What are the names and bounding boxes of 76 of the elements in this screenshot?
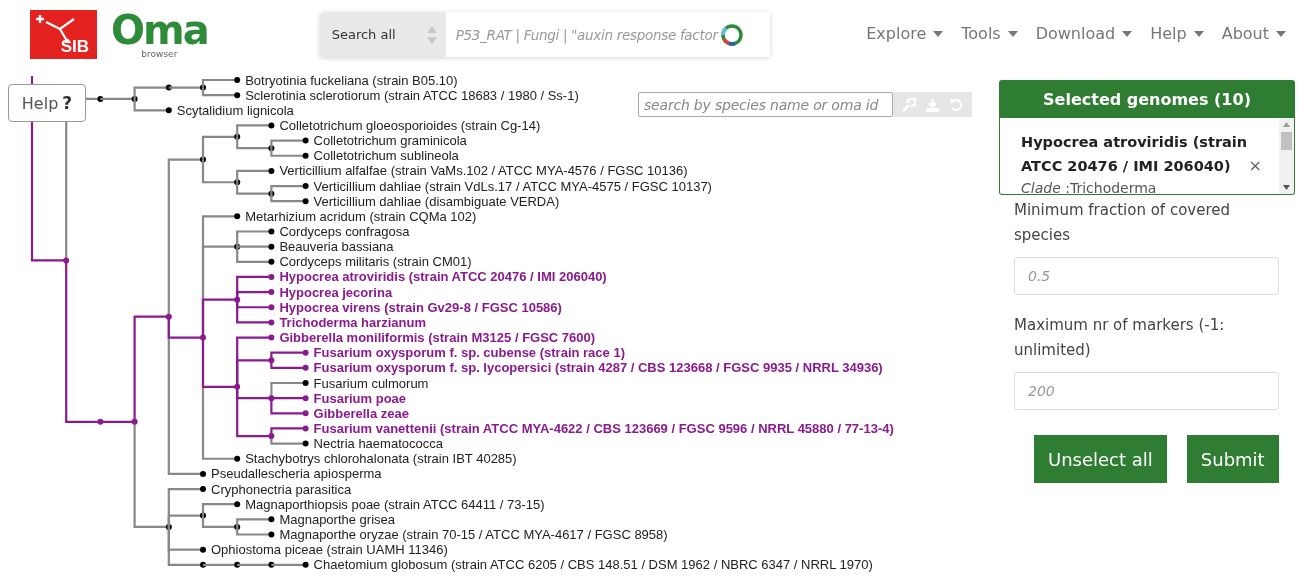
species-name[interactable]: Magnaporthe grisea (279, 511, 396, 527)
species-name[interactable]: Hypocrea atroviridis (strain ATCC 20476 / IMI 206040) (279, 269, 607, 285)
search-scope-label: Search all (331, 27, 396, 42)
loading-ring-icon (719, 22, 744, 47)
genome-name: Hypocrea atroviridis (strain ATCC 20476 / IMI 206040) (1021, 134, 1248, 174)
scrollbar-thumb[interactable] (1281, 132, 1292, 150)
wrench-icon[interactable] (902, 97, 916, 112)
logo-text: Oma (111, 8, 208, 52)
species-name[interactable]: Ophiostoma piceae (strain UAMH 11346) (211, 542, 448, 558)
species-name[interactable]: Stachybotrys chlorohalonata (strain IBT 40285) (245, 451, 517, 467)
nav-menu-link[interactable]: Tools (961, 24, 1018, 43)
species-name[interactable]: Trichoderma harzianum (279, 314, 427, 330)
scroll-up-icon[interactable] (1283, 122, 1290, 127)
caret-icon (933, 30, 944, 37)
logo-subtitle: browser (141, 50, 178, 59)
download-icon[interactable] (926, 97, 939, 112)
species-name[interactable]: Sclerotinia sclerotiorum (strain ATCC 18683 / 1980 / Ss-1) (245, 87, 579, 103)
scroll-down-icon[interactable] (1283, 185, 1290, 190)
species-name[interactable]: Fusarium oxysporum f. sp. cubense (strain race 1) (313, 345, 625, 361)
tree-branch (236, 526, 275, 538)
panel-title: Selected genomes (10) (999, 80, 1295, 118)
species-name[interactable]: Fusarium oxysporum f. sp. lycopersici (strain 4287 / CBS 123668 / FGSC 9935 / NRRL 34936) (313, 360, 883, 376)
species-name[interactable]: Scytalidium lignicola (176, 102, 294, 118)
caret-icon (1122, 30, 1133, 37)
species-name[interactable]: Hypocrea virens (strain Gv29-8 / FGSC 10586) (279, 299, 562, 315)
species-name[interactable]: Colletotrichum graminicola (313, 133, 467, 149)
species-name[interactable]: Verticillium dahliae (disambiguate VERDA) (313, 193, 560, 209)
species-name[interactable]: Hypocrea jecorina (279, 284, 393, 300)
species-name[interactable]: Pseudallescheria apiosperma (211, 466, 382, 482)
species-name[interactable]: Magnaporthiopsis poae (strain ATCC 64411 / 73-15) (245, 496, 545, 512)
species-name[interactable]: Verticillium dahliae (strain VdLs.17 / ATCC MYA-4575 / FGSC 10137) (313, 178, 712, 194)
species-name[interactable]: Gibberella zeae (313, 405, 409, 421)
species-name[interactable]: Chaetomium globosum (strain ATCC 6205 / CBS 148.51 / DSM 1962 / NBRC 6347 / NRRL 1970) (313, 557, 873, 573)
tree-branch (236, 516, 275, 527)
oma-logo[interactable]: Oma browser (111, 8, 208, 59)
species-name[interactable]: Gibberella moniliformis (strain M3125 / FGSC 7600) (279, 330, 596, 346)
caret-icon (1007, 30, 1018, 37)
field-label: Minimum fraction of covered species (1014, 200, 1231, 246)
undo-icon[interactable] (949, 97, 963, 112)
nav-menu-link[interactable]: About (1221, 24, 1286, 43)
caret-icon (1276, 30, 1286, 37)
action-button[interactable]: Submit (1186, 435, 1279, 483)
species-name[interactable]: Beauveria bassiana (279, 239, 394, 255)
nav-menu-link[interactable]: Explore (866, 24, 944, 43)
search-scope-select[interactable]: Search all (319, 12, 446, 57)
species-name[interactable]: Magnaporthe oryzae (strain 70-15 / ATCC MYA-4617 / FGSC 8958) (279, 527, 668, 542)
action-button[interactable]: Unselect all (1034, 435, 1167, 483)
species-name[interactable]: Cryphonectria parasitica (211, 481, 352, 497)
remove-button[interactable]: × (1248, 156, 1262, 175)
logo-text: SIB (60, 37, 89, 57)
species-name[interactable]: Colletotrichum sublineola (313, 148, 459, 164)
species-name[interactable]: Colletotrichum gloeosporioides (strain Cg-14) (279, 117, 541, 133)
field-label: Maximum nr of markers (-1: unlimited) (1014, 315, 1226, 361)
search-placeholder: P53_RAT | Fungi | "auxin response factor (455, 26, 718, 43)
tree-node (63, 257, 70, 264)
help-button[interactable]: Help ? (8, 84, 86, 122)
tree-branch (270, 193, 309, 205)
species-search-field[interactable]: search by species name or oma id (638, 92, 893, 117)
species-name[interactable]: Fusarium culmorum (313, 375, 429, 391)
species-name[interactable]: Botryotinia fuckeliana (strain B05.10) (245, 76, 458, 88)
species-name[interactable]: Cordyceps confragosa (279, 224, 410, 239)
species-name[interactable]: Metarhizium acridum (strain CQMa 102) (245, 208, 477, 224)
species-name[interactable]: Fusarium poae (313, 390, 407, 406)
sib-logo[interactable]: SIB (30, 10, 97, 59)
tree-branch (270, 137, 309, 149)
search-placeholder: search by species name or oma id (644, 96, 879, 113)
species-name[interactable]: Verticillium alfalfae (strain VaMs.102 / ATCC MYA-4576 / FGSC 10136) (279, 163, 688, 179)
caret-icon (1193, 30, 1204, 37)
question-icon: ? (62, 93, 73, 113)
species-name[interactable]: Fusarium vanettenii (strain ATCC MYA-4622 / CBS 123669 / FGSC 9596 / NRRL 45880 / 77-13-4) (313, 420, 894, 436)
species-name[interactable]: Nectria haematococca (313, 436, 443, 452)
nav-menu-link[interactable]: Help (1150, 24, 1204, 43)
species-name[interactable]: Cordyceps militaris (strain CM01) (279, 254, 472, 270)
nav-menu-link[interactable]: Download (1035, 24, 1133, 43)
clade-text: Clade :Trichoderma (1021, 179, 1158, 194)
scrollbar[interactable] (1279, 118, 1294, 194)
